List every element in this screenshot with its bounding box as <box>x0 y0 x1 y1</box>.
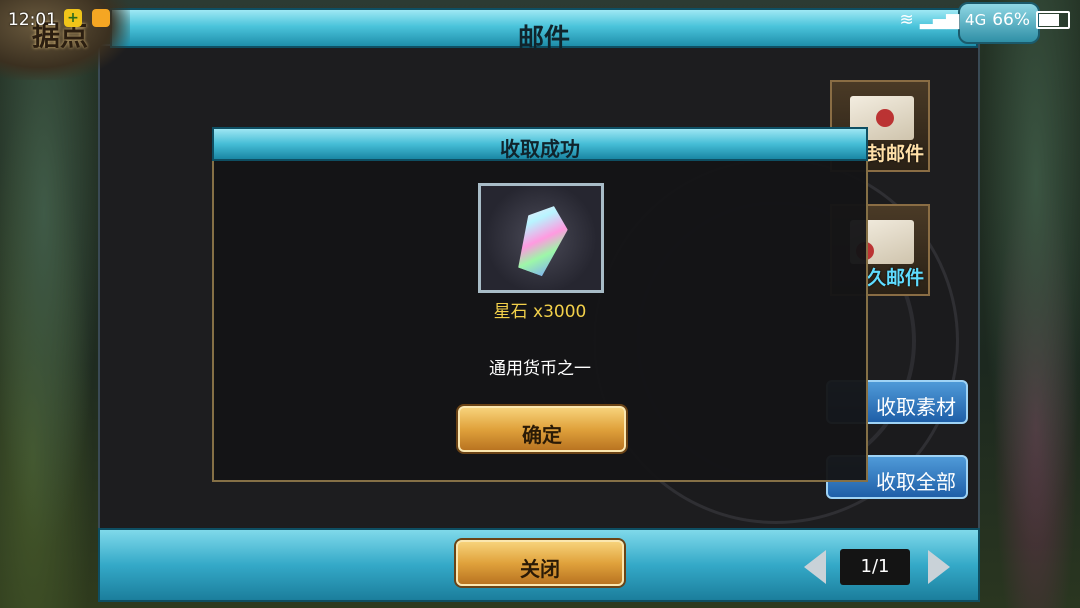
battery-icon <box>1036 11 1070 29</box>
notification-game-icon <box>92 9 110 27</box>
clock: 12:01 <box>8 10 57 30</box>
status-indicators: ≋ ▂▄▆ 4G 66% <box>900 10 1070 30</box>
dialog-title: 收取成功 <box>500 137 580 161</box>
battery-percent: 66% <box>992 10 1030 30</box>
item-name: 星石 x3000 <box>493 302 587 322</box>
item-description: 通用货币之一 <box>489 359 591 379</box>
signal-icon: ▂▄▆ <box>919 10 960 30</box>
notification-app-icon: + <box>64 9 82 27</box>
status-bar: 12:01 + ≋ ▂▄▆ 4G 66% <box>0 0 1080 40</box>
star-stone-gem-icon <box>510 199 573 279</box>
network-type: 4G <box>965 11 987 29</box>
reward-dialog: 收取成功 星石 x3000 通用货币之一 确定 <box>212 127 868 482</box>
wifi-icon: ≋ <box>899 10 914 30</box>
confirm-button[interactable]: 确定 <box>458 406 626 452</box>
item-frame <box>478 183 604 293</box>
dialog-header: 收取成功 <box>212 127 868 161</box>
battery-fill <box>1039 14 1059 26</box>
confirm-button-label: 确定 <box>522 423 562 447</box>
